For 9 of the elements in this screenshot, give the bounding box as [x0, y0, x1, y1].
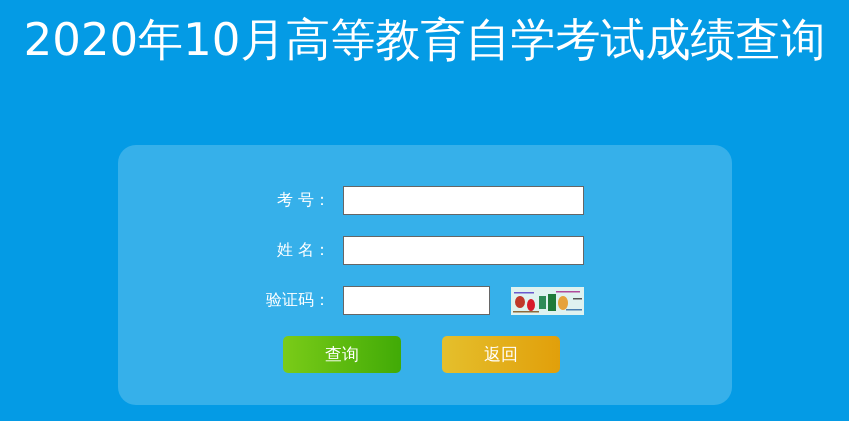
field-label: 姓 名：: [276, 240, 330, 261]
page-title: 2020年10月高等教育自学考试成绩查询: [24, 12, 826, 68]
input-field[interactable]: [343, 236, 584, 265]
field-label: 验证码：: [265, 290, 330, 311]
field-label: 考 号：: [276, 190, 330, 211]
input-field[interactable]: [343, 186, 584, 215]
back-button[interactable]: 返回: [442, 336, 560, 373]
captcha-field[interactable]: [343, 286, 490, 315]
query-button[interactable]: 查询: [283, 336, 401, 373]
